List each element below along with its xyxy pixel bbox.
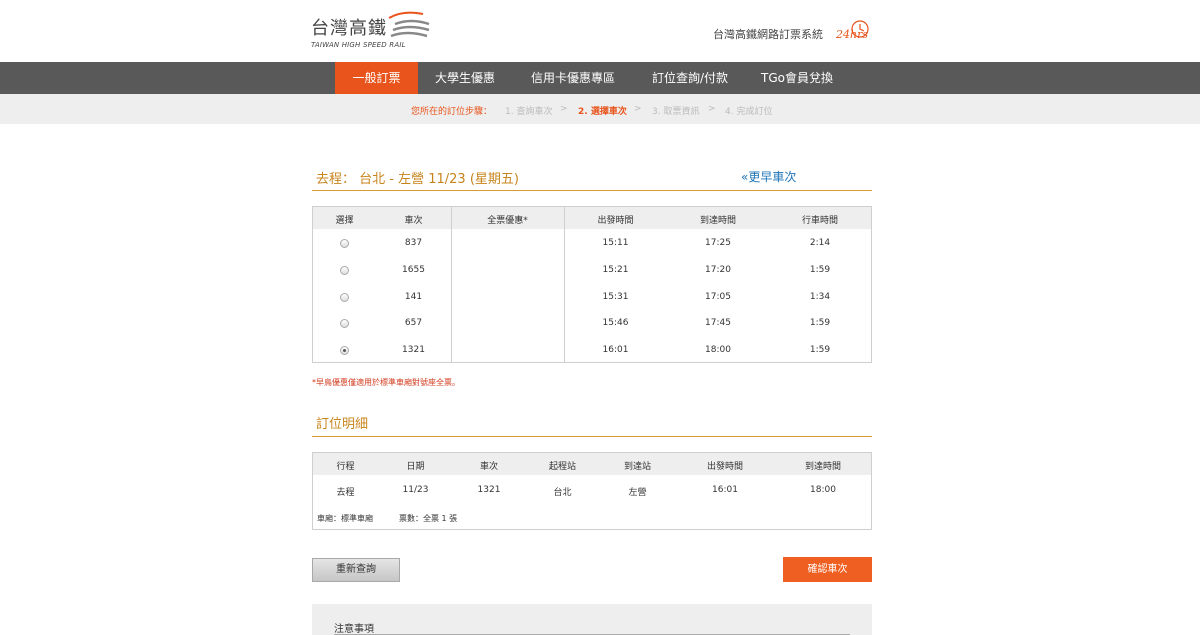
- booking-detail-title: 訂位明細: [316, 417, 369, 432]
- detail-car-type: 車廂：標準車廂: [317, 514, 373, 523]
- train-arrive-time: 17:05: [705, 292, 731, 302]
- detail-header-trip: 行程: [336, 462, 355, 472]
- train-table: 選擇 車次 全票優惠* 出發時間 到達時間 行車時間 837 15:11 17:…: [312, 206, 872, 363]
- nav-item-credit-card-offers[interactable]: 信用卡優惠專區: [522, 62, 624, 94]
- train-select-radio[interactable]: [340, 293, 349, 302]
- train-depart-time: 16:01: [602, 345, 629, 355]
- earlier-trains-link[interactable]: «更早車次: [741, 168, 796, 185]
- column-divider: [564, 207, 565, 362]
- header: 台灣高鐵 TAIWAN HIGH SPEED RAIL 台灣高鐵網路訂票系統 2…: [0, 0, 1200, 62]
- logo-chinese-name: 台灣高鐵: [311, 18, 387, 39]
- step-3: 3. 取票資訊: [652, 107, 700, 117]
- train-arrive-time: 17:45: [705, 318, 731, 328]
- nav-item-tgo-redeem[interactable]: TGo會員兌換: [752, 62, 842, 94]
- train-number: 837: [404, 238, 423, 248]
- detail-date: 11/23: [402, 485, 429, 495]
- booking-detail-table: 行程 日期 車次 起程站 到達站 出發時間 到達時間 去程 11/23 1321…: [312, 452, 872, 530]
- early-bird-note: *早鳥優惠僅適用於標準車廂對號座全票。: [312, 378, 460, 387]
- train-depart-time: 15:11: [602, 238, 629, 248]
- step-separator: >: [560, 104, 568, 114]
- train-number: 1655: [402, 265, 425, 275]
- detail-header-arrive-time: 到達時間: [804, 462, 841, 472]
- header-full-fare-discount: 全票優惠*: [487, 216, 528, 226]
- header-duration: 行車時間: [801, 216, 838, 226]
- requery-button[interactable]: 重新查詢: [312, 558, 400, 582]
- train-number: 1321: [402, 345, 425, 355]
- detail-depart-time: 16:01: [712, 485, 738, 495]
- train-number: 657: [404, 318, 423, 328]
- train-duration: 1:59: [809, 265, 831, 275]
- train-arrive-time: 17:20: [705, 265, 731, 275]
- detail-trip: 去程: [336, 488, 355, 498]
- train-select-radio[interactable]: [340, 239, 349, 248]
- booking-steps: 您所在的訂位步驟： 1. 查詢車次 > 2. 選擇車次 > 3. 取票資訊 > …: [0, 94, 1200, 124]
- train-duration: 2:14: [809, 238, 831, 248]
- clock-24hrs-icon: 24hrs: [836, 20, 869, 41]
- outbound-divider: [312, 190, 872, 191]
- step-1: 1. 查詢車次: [505, 107, 553, 117]
- header-select: 選擇: [335, 216, 354, 226]
- train-depart-time: 15:31: [602, 292, 629, 302]
- train-duration: 1:59: [809, 345, 831, 355]
- notice-title: 注意事項: [334, 624, 374, 635]
- system-badge-text: 24hrs: [836, 28, 868, 41]
- outbound-title: 去程： 台北 - 左營 11/23 (星期五): [316, 172, 519, 187]
- logo-english-name: TAIWAN HIGH SPEED RAIL: [311, 41, 406, 49]
- nav-item-booking-query-payment[interactable]: 訂位查詢/付款: [640, 62, 740, 94]
- step-separator: >: [634, 104, 642, 114]
- confirm-train-button[interactable]: 確認車次: [783, 557, 872, 582]
- train-arrive-time: 18:00: [705, 345, 731, 355]
- train-select-radio-selected[interactable]: [340, 346, 349, 355]
- train-duration: 1:59: [809, 318, 831, 328]
- detail-header-destination: 到達站: [623, 462, 651, 472]
- train-depart-time: 15:21: [602, 265, 629, 275]
- train-select-radio[interactable]: [340, 319, 349, 328]
- train-duration: 1:34: [809, 292, 831, 302]
- train-arrive-time: 17:25: [705, 238, 731, 248]
- thsr-logo[interactable]: 台灣高鐵 TAIWAN HIGH SPEED RAIL: [311, 8, 441, 53]
- detail-ticket-count: 票數：全票 1 張: [399, 514, 458, 523]
- train-number: 141: [404, 292, 423, 302]
- detail-divider: [312, 436, 872, 437]
- header-train-no: 車次: [404, 216, 423, 226]
- column-divider: [451, 207, 452, 362]
- detail-header-train-no: 車次: [479, 462, 498, 472]
- system-title: 台灣高鐵網路訂票系統: [713, 28, 823, 41]
- detail-header-date: 日期: [406, 462, 425, 472]
- detail-arrive-time: 18:00: [810, 485, 836, 495]
- detail-train-no: 1321: [477, 485, 501, 495]
- detail-destination: 左營: [628, 488, 647, 498]
- detail-header-origin: 起程站: [548, 462, 576, 472]
- header-depart-time: 出發時間: [597, 216, 634, 226]
- main-nav: 一般訂票 大學生優惠 信用卡優惠專區 訂位查詢/付款 TGo會員兌換: [0, 62, 1200, 94]
- detail-origin: 台北: [553, 488, 572, 498]
- nav-item-student-discount[interactable]: 大學生優惠: [420, 62, 510, 94]
- detail-header-depart-time: 出發時間: [706, 462, 743, 472]
- train-depart-time: 15:46: [602, 318, 629, 328]
- steps-label: 您所在的訂位步驟：: [411, 107, 493, 117]
- step-2-current: 2. 選擇車次: [578, 107, 627, 117]
- train-select-radio[interactable]: [340, 266, 349, 275]
- notice-section: 注意事項: [312, 604, 872, 635]
- step-4: 4. 完成訂位: [725, 107, 773, 117]
- header-arrive-time: 到達時間: [699, 216, 736, 226]
- step-separator: >: [708, 104, 716, 114]
- nav-item-general-booking[interactable]: 一般訂票: [335, 62, 418, 94]
